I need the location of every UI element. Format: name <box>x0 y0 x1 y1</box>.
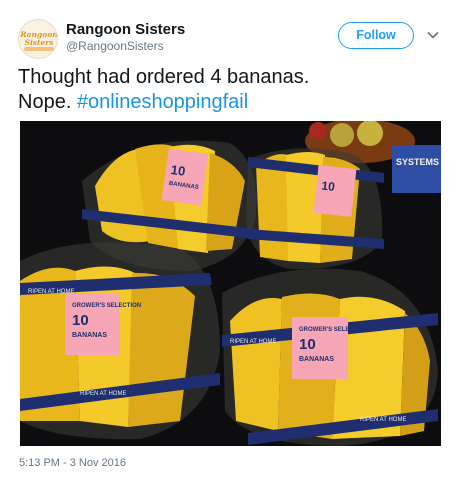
follow-button[interactable]: Follow <box>338 22 414 49</box>
tweet-text-nope: Nope. <box>18 91 72 113</box>
bag-4-band-text-lower: RIPEN AT HOME <box>360 417 406 423</box>
tweet-text-line-1: Thought had ordered 4 bananas. <box>18 66 310 88</box>
bag-1-count: 10 <box>170 162 186 179</box>
avatar-logo-swash <box>24 47 54 51</box>
banana-bag-3: GROWER'S SELECTION 10 BANANAS RIPEN AT H… <box>20 242 220 440</box>
bag-3-product: BANANAS <box>72 332 107 339</box>
bag-3-count: 10 <box>72 312 89 329</box>
tweet-text-line-2: Nope. #onlineshoppingfail <box>18 90 448 115</box>
fruit-apple <box>309 122 327 140</box>
bag-4-product: BANANAS <box>299 356 334 363</box>
avatar[interactable]: Rangoon Sisters <box>18 19 58 59</box>
author-handle[interactable]: @RangoonSisters <box>66 39 164 53</box>
fruit-pear <box>330 123 354 147</box>
author-display-name[interactable]: Rangoon Sisters <box>66 21 185 38</box>
tweet-photo[interactable]: SYSTEMS 10 BANANAS 10 GROWER'S SELECTION… <box>20 121 441 446</box>
bag-3-brand: GROWER'S SELECTION <box>72 303 141 309</box>
blue-box <box>392 145 441 193</box>
chevron-down-icon[interactable] <box>427 30 439 40</box>
tweet-card: Rangoon Sisters Rangoon Sisters @Rangoon… <box>0 0 463 477</box>
banana-bag-2: 10 <box>246 148 384 270</box>
tweet-text: Thought had ordered 4 bananas. Nope. #on… <box>18 65 448 115</box>
bag-4-brand: GROWER'S SELECTION <box>299 327 368 333</box>
avatar-logo-text: Rangoon Sisters <box>20 30 58 47</box>
bag-4-band-text: RIPEN AT HOME <box>230 339 276 345</box>
bananas-photo-illustration: SYSTEMS 10 BANANAS 10 GROWER'S SELECTION… <box>20 121 441 446</box>
fruit-pear <box>357 121 383 146</box>
hashtag-link[interactable]: #onlineshoppingfail <box>77 91 248 113</box>
bag-3-band-text: RIPEN AT HOME <box>28 289 74 295</box>
bag-4-count: 10 <box>299 336 316 353</box>
blue-box-label: SYSTEMS <box>396 157 439 167</box>
bag-3-band-text-lower: RIPEN AT HOME <box>80 391 126 397</box>
bag-2-count: 10 <box>321 179 336 194</box>
tweet-timestamp[interactable]: 5:13 PM - 3 Nov 2016 <box>19 457 126 469</box>
